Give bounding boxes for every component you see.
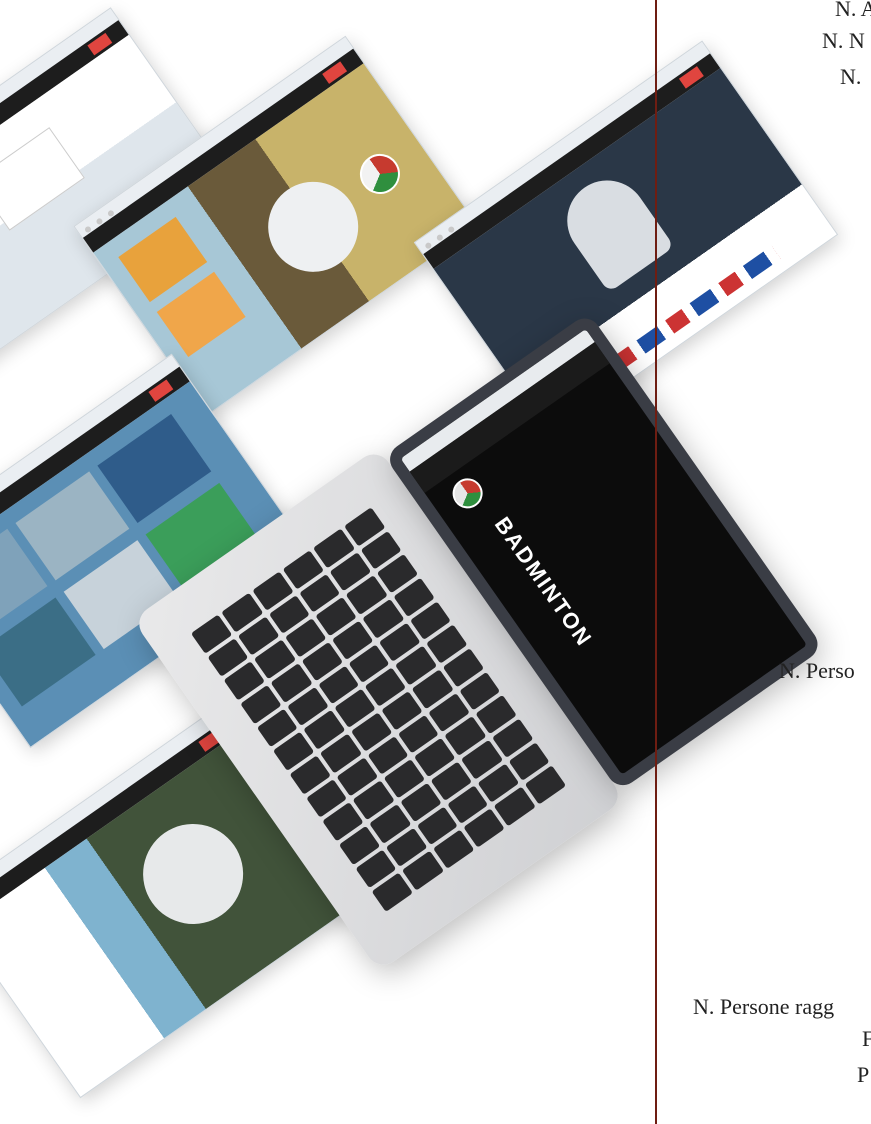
stat-line-4: N. Perso — [779, 658, 855, 683]
column-divider — [655, 0, 657, 1124]
stat-line-2: N. N — [822, 28, 865, 53]
stat-line-5: N. Persone ragg — [693, 994, 835, 1019]
shuttlecock-image — [250, 164, 376, 290]
shuttlecock-image — [123, 804, 263, 944]
stat-line-1: N. A — [835, 0, 871, 21]
stat-line-3: N. — [840, 64, 862, 89]
site-nav — [409, 342, 610, 493]
content-card — [0, 127, 85, 231]
badminton-federation-logo — [446, 472, 489, 515]
stat-line-6: F — [862, 1026, 871, 1051]
stat-line-7: P — [857, 1062, 870, 1087]
badminton-federation-logo — [352, 146, 408, 202]
page: BADMINTON N. A N. N N. N. Perso N. Perso… — [0, 0, 871, 1124]
